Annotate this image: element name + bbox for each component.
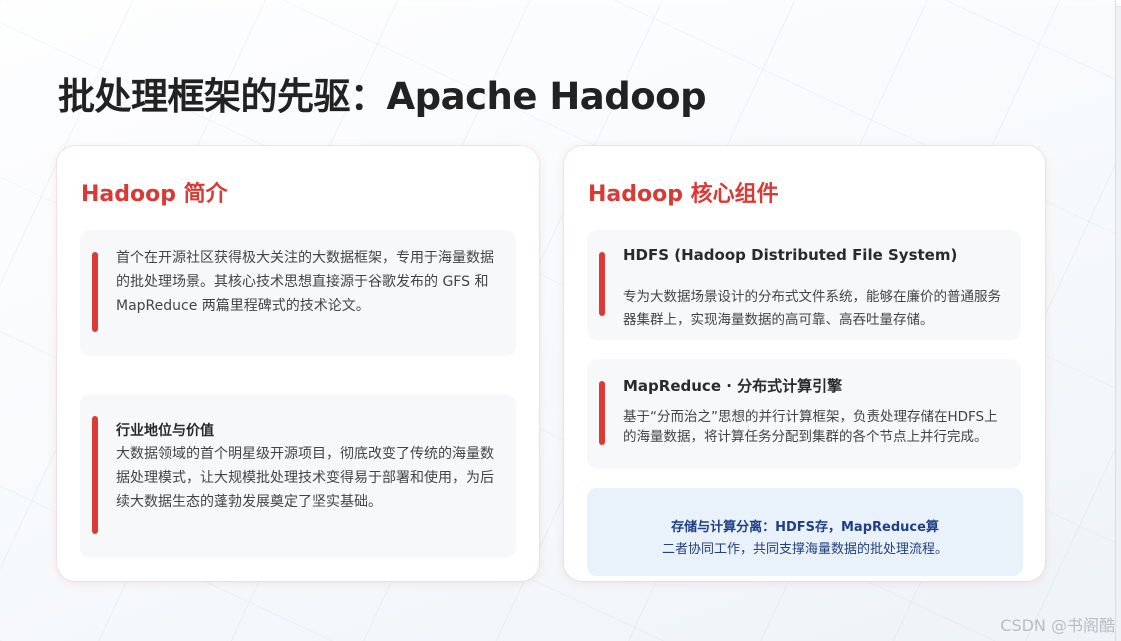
hadoop-intro-card: Hadoop 简介 首个在开源社区获得极大关注的大数据框架，专用于海量数据的批处… — [57, 146, 539, 581]
accent-bar — [599, 381, 605, 445]
accent-bar — [92, 252, 98, 332]
components-card-title: Hadoop 核心组件 — [588, 182, 779, 207]
watermark: CSDN @书阁酷 — [1000, 616, 1115, 635]
component-text: 专为大数据场景设计的分布式文件系统，能够在廉价的普通服务器集群上，实现海量数据的… — [623, 289, 1001, 328]
component-text: 基于“分而治之”思想的并行计算框架，负责处理存储在HDFS上的海量数据，将计算任… — [623, 409, 998, 445]
status-text: 大数据领域的首个明星级开源项目，彻底改变了传统的海量数据处理模式，让大规模批处理… — [116, 446, 494, 510]
summary-box: 存储与计算分离：HDFS存，MapReduce算 二者协同工作，共同支撑海量数据… — [587, 488, 1023, 576]
status-box: 行业地位与价值 大数据领域的首个明星级开源项目，彻底改变了传统的海量数据处理模式… — [80, 394, 516, 558]
status-heading: 行业地位与价值 — [116, 423, 214, 439]
component-heading: MapReduce · 分布式计算引擎 — [623, 377, 843, 395]
hadoop-components-card: Hadoop 核心组件 HDFS (Hadoop Distributed Fil… — [564, 146, 1045, 581]
component-hdfs: HDFS (Hadoop Distributed File System) 专为… — [587, 230, 1021, 340]
summary-line-1: 存储与计算分离：HDFS存，MapReduce算 — [671, 520, 939, 535]
component-heading: HDFS (Hadoop Distributed File System) — [623, 246, 958, 264]
accent-bar — [92, 416, 98, 534]
accent-bar — [599, 252, 605, 316]
component-mapreduce: MapReduce · 分布式计算引擎 基于“分而治之”思想的并行计算框架，负责… — [587, 359, 1021, 469]
intro-box: 首个在开源社区获得极大关注的大数据框架，专用于海量数据的批处理场景。其核心技术思… — [80, 230, 516, 356]
intro-card-title: Hadoop 简介 — [81, 182, 228, 207]
slide: 批处理框架的先驱：Apache Hadoop Hadoop 简介 首个在开源社区… — [0, 0, 1116, 641]
intro-text: 首个在开源社区获得极大关注的大数据框架，专用于海量数据的批处理场景。其核心技术思… — [116, 250, 494, 314]
summary-line-2: 二者协同工作，共同支撑海量数据的批处理流程。 — [661, 542, 948, 557]
page-title: 批处理框架的先驱：Apache Hadoop — [58, 75, 707, 118]
